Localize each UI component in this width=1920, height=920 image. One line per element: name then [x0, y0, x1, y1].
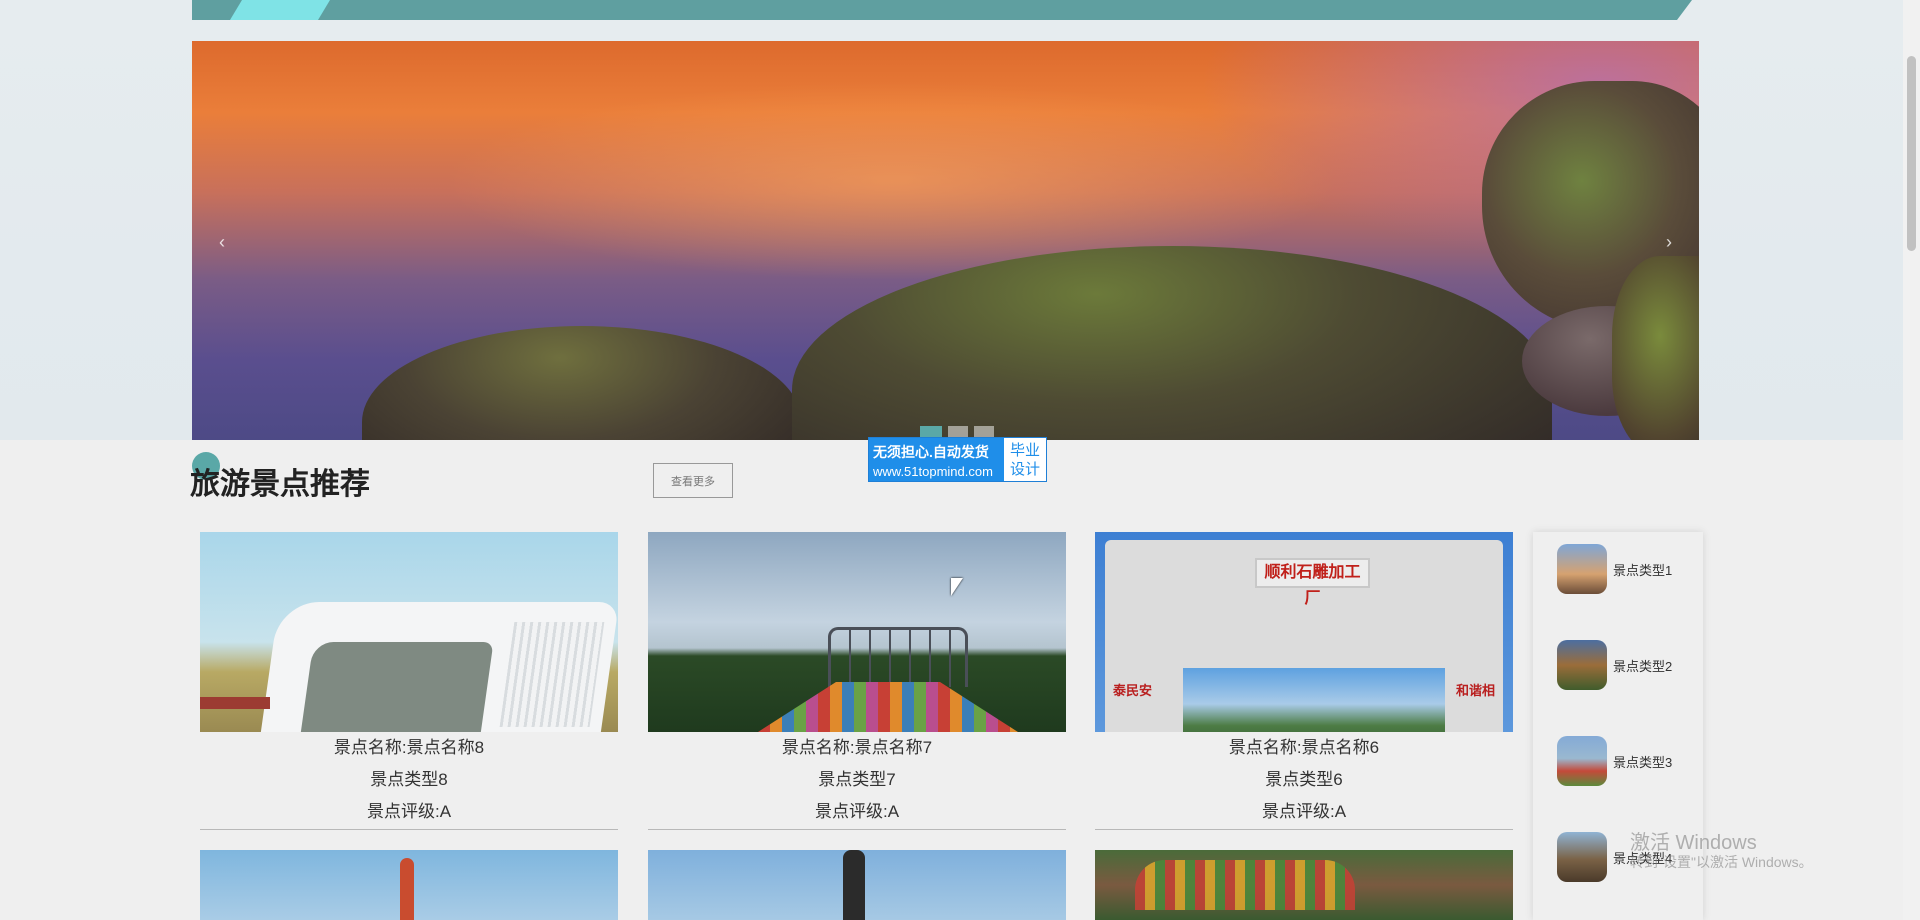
badge-side-line1: 毕业: [1010, 442, 1041, 459]
banner-carousel[interactable]: ‹ ›: [192, 41, 1699, 440]
windows-activation-title: 激活 Windows: [1630, 832, 1757, 854]
attraction-card[interactable]: [1095, 850, 1513, 920]
carousel-next-button[interactable]: ›: [1654, 227, 1684, 257]
statue: [843, 850, 865, 920]
attraction-image[interactable]: [1095, 850, 1513, 920]
attraction-image[interactable]: [200, 532, 618, 732]
category-thumbnail: [1557, 736, 1607, 786]
card-type: 景点类型6: [1265, 770, 1343, 789]
card-name: 景点名称:景点名称8: [333, 738, 485, 757]
card-type: 景点类型7: [818, 770, 896, 789]
badge-url: www.51topmind.com: [873, 464, 993, 479]
badge-line1: 无须担心.自动发货: [873, 444, 989, 460]
card-name: 景点名称:景点名称7: [781, 738, 933, 757]
card-rating: 景点评级:A: [1261, 802, 1347, 821]
sidebar-item-type1[interactable]: 景点类型1: [1557, 544, 1672, 594]
card-divider: [648, 829, 1066, 830]
card-rating: 景点评级:A: [814, 802, 900, 821]
attraction-card[interactable]: [648, 850, 1066, 920]
card-info: 景点名称:景点名称8 景点类型8 景点评级:A: [200, 732, 618, 828]
view-more-button[interactable]: 查看更多: [653, 463, 733, 498]
card-divider: [1095, 829, 1513, 830]
carousel-prev-button[interactable]: ‹: [207, 227, 237, 257]
attraction-image[interactable]: 顺利石雕加工厂 泰民安 和谐相: [1095, 532, 1513, 732]
sidebar-item-label: 景点类型1: [1613, 562, 1673, 578]
attraction-image[interactable]: [200, 850, 618, 920]
building-shape: [260, 602, 618, 732]
windows-activation-hint: 转到"设置"以激活 Windows。: [1630, 854, 1813, 870]
section-title: 旅游景点推荐: [190, 468, 370, 501]
building-facade: [499, 622, 605, 727]
card-type: 景点类型8: [370, 770, 448, 789]
top-nav-stripe: [192, 0, 1692, 20]
attraction-card[interactable]: 景点名称:景点名称8 景点类型8 景点评级:A: [200, 532, 618, 830]
banner-rock: [362, 326, 802, 440]
rocket-tower: [400, 858, 414, 920]
badge-side-line2: 设计: [1010, 461, 1041, 478]
category-thumbnail: [1557, 832, 1607, 882]
badge-side: 毕业 设计: [1004, 438, 1046, 481]
card-info: 景点名称:景点名称7 景点类型7 景点评级:A: [648, 732, 1066, 828]
card-divider: [200, 829, 618, 830]
category-thumbnail: [1557, 640, 1607, 690]
card-info: 景点名称:景点名称6 景点类型6 景点评级:A: [1095, 732, 1513, 828]
banner-rock: [1612, 256, 1699, 440]
page-scrollbar[interactable]: [1903, 0, 1920, 920]
category-thumbnail: [1557, 544, 1607, 594]
gate-sign: 顺利石雕加工厂: [1255, 558, 1370, 607]
rainbow-slide: [1135, 860, 1355, 910]
attraction-card[interactable]: [200, 850, 618, 920]
sidebar-item-label: 景点类型3: [1613, 754, 1673, 770]
image-detail: [200, 697, 270, 709]
watermark-badge: 无须担心.自动发货 www.51topmind.com 毕业 设计: [868, 437, 1047, 482]
building-opening: [300, 642, 494, 732]
attraction-image[interactable]: [648, 532, 1066, 732]
coaster-structure: [828, 627, 968, 687]
sidebar-item-label: 景点类型2: [1613, 658, 1673, 674]
card-name: 景点名称:景点名称6: [1228, 738, 1380, 757]
scrollbar-thumb[interactable]: [1907, 56, 1916, 251]
stripe-segment: [192, 0, 237, 20]
attraction-image[interactable]: [648, 850, 1066, 920]
rainbow-slide: [758, 682, 1018, 732]
stripe-highlight: [230, 0, 330, 20]
attraction-card[interactable]: 景点名称:景点名称7 景点类型7 景点评级:A: [648, 532, 1066, 830]
gate-opening: [1183, 668, 1445, 732]
sidebar-item-type3[interactable]: 景点类型3: [1557, 736, 1672, 786]
gate-couplet-left: 泰民安: [1113, 683, 1153, 698]
gate-couplet-right: 和谐相: [1455, 683, 1495, 698]
badge-main: 无须担心.自动发货 www.51topmind.com: [869, 438, 1004, 481]
stone-gate: 顺利石雕加工厂 泰民安 和谐相: [1105, 540, 1503, 732]
sidebar-item-type2[interactable]: 景点类型2: [1557, 640, 1672, 690]
attraction-card[interactable]: 顺利石雕加工厂 泰民安 和谐相 景点名称:景点名称6 景点类型6 景点评级:A: [1095, 532, 1513, 830]
mouse-cursor-icon: [951, 578, 963, 596]
card-rating: 景点评级:A: [366, 802, 452, 821]
